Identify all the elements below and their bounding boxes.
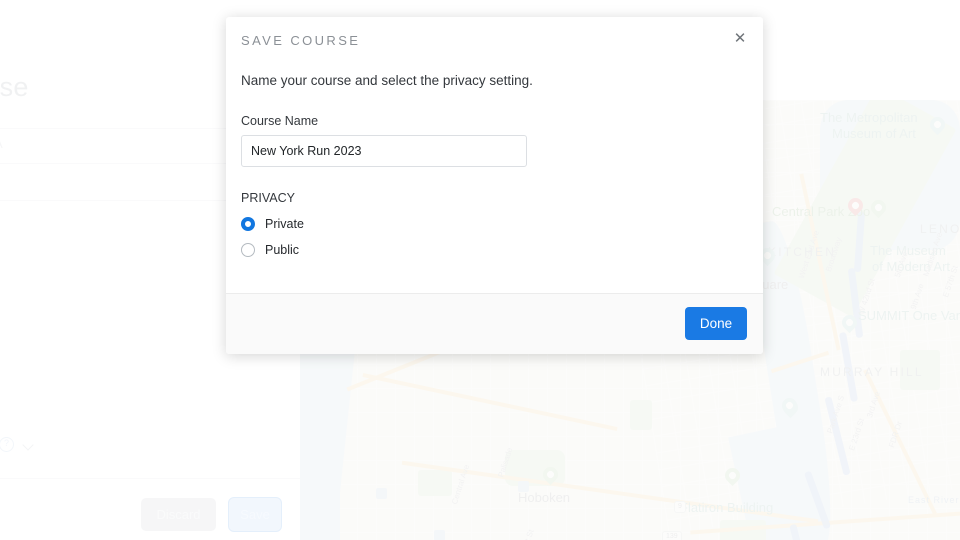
course-name-input[interactable]	[241, 135, 527, 167]
radio-label-private: Private	[265, 217, 304, 231]
dialog-body: Name your course and select the privacy …	[226, 73, 763, 257]
dialog-description: Name your course and select the privacy …	[241, 73, 533, 88]
dialog-footer: Done	[226, 293, 763, 354]
screen: ourse USA tes ? Discard Save	[0, 0, 960, 540]
course-name-label: Course Name	[241, 114, 319, 128]
close-icon[interactable]: ✕	[729, 27, 751, 49]
radio-button-private[interactable]	[241, 217, 255, 231]
save-course-dialog: SAVE COURSE ✕ Name your course and selec…	[226, 17, 763, 354]
radio-option-public[interactable]: Public	[241, 243, 748, 257]
radio-label-public: Public	[265, 243, 300, 257]
done-button[interactable]: Done	[685, 307, 747, 340]
dialog-header: SAVE COURSE ✕	[226, 17, 763, 73]
privacy-label: PRIVACY	[241, 191, 295, 205]
radio-option-private[interactable]: Private	[241, 217, 748, 231]
dialog-title: SAVE COURSE	[241, 33, 361, 48]
radio-button-public[interactable]	[241, 243, 255, 257]
